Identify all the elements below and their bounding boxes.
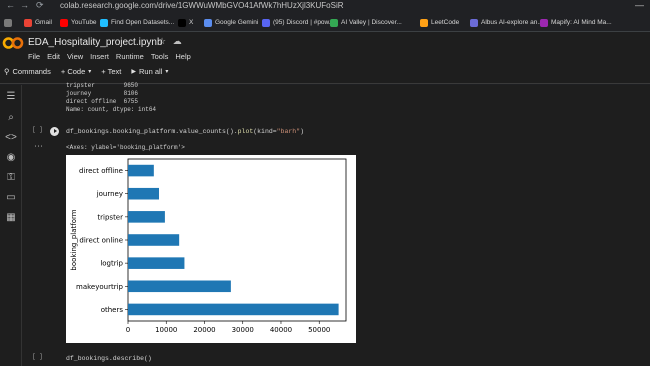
bookmark-item[interactable]: AI Valley | Discover... [330,17,402,28]
cloud-icon[interactable]: ☁ [173,36,182,46]
run-all-button[interactable]: ▶ Run all ▾ [131,67,168,76]
files-folder-icon[interactable]: ▭ [5,192,17,204]
bookmark-favicon-icon [100,18,108,27]
reload-icon[interactable]: ⟳ [36,0,44,11]
menu-bar: File Edit View Insert Runtime Tools Help [28,52,191,61]
cell-execution-count: [ ] [32,353,43,360]
run-cell-button[interactable] [50,127,59,136]
bookmark-favicon-icon [204,18,212,27]
colab-header: EDA_Hospitality_project.ipynb ☆ ☁ File Ed… [0,32,650,84]
bar-direct-offline [128,164,154,177]
y-tick-label: others [101,306,124,314]
bookmark-favicon-icon [540,18,548,27]
secrets-key-icon[interactable]: ⚿ [5,172,17,184]
output-line: Name: count, dtype: int64 [66,106,157,113]
output-line: tripster 9650 [66,82,139,89]
data-table-icon[interactable]: ▦ [5,212,17,224]
bookmark-item[interactable]: X [178,17,193,28]
menu-item-tools[interactable]: Tools [151,52,169,61]
bookmark-favicon-icon [4,18,12,27]
bookmark-favicon-icon [330,18,338,27]
bar-journey [128,187,160,200]
y-tick-label: makeyourtrip [76,283,124,291]
cell-execution-count: [ ] [32,126,43,133]
code-cell[interactable]: df_bookings.describe() [66,355,152,362]
bookmark-item[interactable]: Find Open Datasets... [100,17,174,28]
bar-logtrip [128,257,185,269]
y-tick-label: direct offline [79,167,123,175]
search-icon: ⚲ [4,67,10,76]
bookmark-favicon-icon [470,18,478,27]
variables-icon[interactable]: ◉ [5,152,17,164]
bookmark-item[interactable]: LeetCode [420,17,459,28]
bookmark-favicon-icon [420,18,428,27]
menu-item-file[interactable]: File [28,52,40,61]
y-tick-label: logtrip [100,260,123,268]
add-code-button[interactable]: + Code ▾ [61,67,91,76]
table-of-contents-icon[interactable]: ☰ [5,91,17,103]
menu-item-view[interactable]: View [67,52,83,61]
bookmark-item[interactable]: Google Gemini [204,17,258,28]
menu-item-runtime[interactable]: Runtime [116,52,144,61]
bookmark-favicon-icon [262,18,270,27]
output-menu-icon[interactable]: ⋯ [34,141,43,152]
find-replace-icon[interactable]: ⌕ [5,112,17,124]
barh-chart: others makeyourtrip logtrip direct online tr… [70,158,347,334]
bookmark-item[interactable]: Gmail [24,17,52,28]
bookmark-item[interactable]: (95) Discord | #pow... [262,17,334,28]
bar-others [128,303,339,316]
menu-item-edit[interactable]: Edit [47,52,60,61]
y-tick-label: tripster [97,213,123,221]
code-cell[interactable]: df_bookings.booking_platform.value_count… [66,128,304,135]
output-text: <Axes: ylabel='booking_platform'> [66,144,185,151]
forward-icon[interactable]: → [20,0,29,11]
chart-container: others makeyourtrip logtrip direct online tr… [66,155,356,343]
code-snippets-icon[interactable]: <> [5,132,17,144]
x-tick-label: 20000 [193,326,215,334]
commands-button[interactable]: ⚲ Commands [4,67,51,76]
y-tick-label: direct online [79,237,123,245]
left-sidebar: ☰ ⌕ <> ◉ ⚿ ▭ ▦ [0,85,22,366]
chevron-down-icon[interactable]: ▾ [88,68,91,75]
menu-item-insert[interactable]: Insert [90,52,109,61]
bookmark-favicon-icon [178,18,186,27]
bookmark-item[interactable]: Mapify: AI Mind Ma... [540,17,612,28]
x-tick-label: 0 [126,326,130,334]
notebook-title[interactable]: EDA_Hospitality_project.ipynb [28,37,163,48]
y-tick-label: journey [96,190,123,198]
toolbar: ⚲ Commands + Code ▾ + Text ▶ Run all ▾ [4,67,168,76]
x-tick-label: 50000 [308,326,330,334]
notebook-main: tripster 9650 journey 8106 direct offlin… [22,82,650,366]
chevron-down-icon[interactable]: ▾ [165,68,168,75]
bookmark-item[interactable] [4,17,15,28]
back-icon[interactable]: ← [6,0,15,11]
bookmark-item[interactable]: YouTube [60,17,97,28]
x-tick-label: 10000 [155,326,177,334]
bar-tripster [128,211,165,223]
url-field[interactable]: colab.research.google.com/drive/1GWWuWMb… [60,0,344,11]
minimize-icon[interactable]: — [635,0,644,11]
y-axis-label: booking_platform [70,209,78,270]
output-line: direct offline 6755 [66,98,139,105]
menu-item-help[interactable]: Help [175,52,190,61]
browser-address-bar: ← → ⟳ colab.research.google.com/drive/1G… [0,0,650,12]
star-icon[interactable]: ☆ [158,36,166,46]
output-line: journey 8106 [66,90,139,97]
add-text-button[interactable]: + Text [101,67,121,76]
bookmark-favicon-icon [24,18,32,27]
colab-logo-icon [2,37,24,49]
bar-direct-online [128,234,180,246]
x-tick-label: 40000 [270,326,292,334]
bookmarks-bar: Gmail YouTube Find Open Datasets... X Google… [0,12,650,32]
bookmark-item[interactable]: Albus AI-explore an... [470,17,543,28]
x-tick-label: 30000 [232,326,254,334]
play-icon: ▶ [131,69,136,75]
bookmark-favicon-icon [60,18,68,27]
bar-makeyourtrip [128,280,231,293]
